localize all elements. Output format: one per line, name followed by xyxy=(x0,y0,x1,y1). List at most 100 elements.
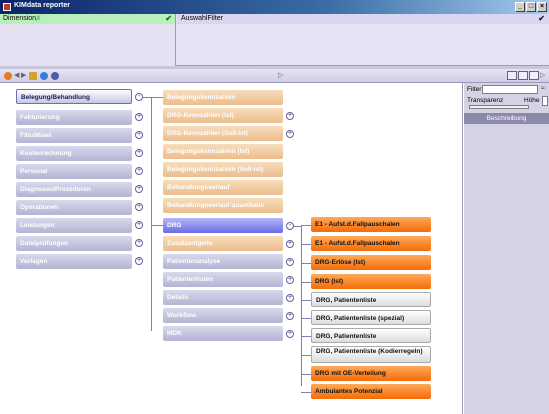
maximize-button[interactable]: □ xyxy=(526,2,536,12)
level2-node[interactable]: Belegungskennzahlen (Soll-Ist) xyxy=(163,162,283,177)
connector-line xyxy=(143,97,151,98)
home-icon[interactable] xyxy=(4,72,12,80)
back-arrow-icon[interactable]: ◀ xyxy=(14,71,19,79)
expand-icon[interactable]: + xyxy=(286,130,294,138)
dimension-check-icon[interactable]: ✔ xyxy=(165,14,172,23)
forward-arrow-icon[interactable]: ▶ xyxy=(21,71,26,79)
expand-icon[interactable]: + xyxy=(135,185,143,193)
level2-node[interactable]: Belegungskennzahlen xyxy=(163,90,283,105)
app-icon xyxy=(3,3,11,11)
expand-icon[interactable]: + xyxy=(286,112,294,120)
connector-line xyxy=(301,244,311,245)
close-button[interactable]: × xyxy=(537,2,547,12)
level2-node[interactable]: Belegungskennzahlen (Ist) xyxy=(163,144,283,159)
dimension-header[interactable]: Dimension ✗ ✔ xyxy=(0,14,176,24)
level1-node[interactable]: Fakturierung xyxy=(16,110,132,125)
level3-node[interactable]: DRG, Patientenliste xyxy=(311,292,431,307)
expand-icon[interactable]: + xyxy=(286,294,294,302)
level1-node[interactable]: Belegung/Behandlung xyxy=(16,89,132,104)
play-icon[interactable]: ▷ xyxy=(540,71,545,79)
collapse-icon[interactable]: - xyxy=(286,222,294,230)
connector-line xyxy=(151,225,163,226)
level2-node[interactable]: Zusatzentgelte xyxy=(163,236,283,251)
level2-node-selected[interactable]: DRG xyxy=(163,218,283,233)
hoehe-label: Höhe xyxy=(524,97,540,104)
collapse-icon[interactable]: - xyxy=(135,93,143,101)
filter-label: Filter xyxy=(467,86,482,93)
globe-icon[interactable] xyxy=(40,72,48,80)
level3-node[interactable]: DRG, Patientenliste (Kodierregeln) xyxy=(311,346,431,363)
level2-node[interactable]: Behandlungsverlauf xyxy=(163,180,283,195)
expand-icon[interactable]: + xyxy=(286,240,294,248)
tree-canvas: Belegung/Behandlung Fakturierung Fibu/Ma… xyxy=(0,83,463,414)
collapse-arrow-icon[interactable]: ▷ xyxy=(278,71,283,79)
auswahl-filter-header[interactable]: AuswahlFilter ✔ xyxy=(177,14,549,24)
filter-bar: Dimension ✗ ✔ AuswahlFilter ✔ xyxy=(0,14,549,66)
level1-node[interactable]: Fibu/Mawi xyxy=(16,128,132,143)
level1-node[interactable]: Dateiprüfungen xyxy=(16,236,132,251)
level3-node[interactable]: DRG, Patientenliste xyxy=(311,328,431,343)
expand-icon[interactable]: + xyxy=(135,221,143,229)
chart-icon[interactable] xyxy=(529,71,539,80)
view-icon[interactable] xyxy=(507,71,517,80)
expand-icon[interactable]: + xyxy=(135,239,143,247)
level3-node[interactable]: E1 - Aufst.d.Fallpauschalen xyxy=(311,236,431,251)
expand-icon[interactable]: + xyxy=(135,257,143,265)
level2-node[interactable]: Behandlungsverlauf quantitativ xyxy=(163,198,283,213)
pin-icon[interactable]: ✗ xyxy=(35,14,42,23)
toolbar: ◀ ▶ ▷ ▷ xyxy=(0,69,549,83)
collapse-panel-icon[interactable]: ≈ xyxy=(541,85,545,92)
dimension-panel[interactable] xyxy=(0,24,176,66)
filter-input[interactable] xyxy=(482,85,538,94)
beschreibung-tab[interactable]: Beschreibung xyxy=(464,113,549,124)
expand-icon[interactable]: + xyxy=(286,312,294,320)
auswahl-check-icon[interactable]: ✔ xyxy=(538,14,545,23)
expand-icon[interactable]: + xyxy=(135,203,143,211)
level3-node[interactable]: DRG, Patientenliste (spezial) xyxy=(311,310,431,325)
connector-line xyxy=(301,282,311,283)
level1-node[interactable]: Diagnosen/Prozeduren xyxy=(16,182,132,197)
level1-node[interactable]: Vorlagen xyxy=(16,254,132,269)
level2-node[interactable]: Workflow xyxy=(163,308,283,323)
level2-node[interactable]: DRG-Kennzahlen (Ist) xyxy=(163,108,283,123)
level2-node[interactable]: Patientenanalyse xyxy=(163,254,283,269)
grid-icon[interactable] xyxy=(518,71,528,80)
level1-node[interactable]: Operationen xyxy=(16,200,132,215)
expand-icon[interactable]: + xyxy=(135,113,143,121)
connector-line xyxy=(301,300,311,301)
connector-line xyxy=(301,355,311,356)
connector-line xyxy=(301,226,302,386)
level3-node[interactable]: DRG (Ist) xyxy=(311,274,431,289)
expand-icon[interactable]: + xyxy=(286,330,294,338)
level2-node[interactable]: MDK xyxy=(163,326,283,341)
minimize-button[interactable]: _ xyxy=(515,2,525,12)
expand-icon[interactable]: + xyxy=(286,258,294,266)
transparenz-slider[interactable] xyxy=(469,105,529,109)
expand-icon[interactable]: + xyxy=(135,149,143,157)
hoehe-slider[interactable] xyxy=(542,96,548,106)
level2-node[interactable]: Details xyxy=(163,290,283,305)
auswahl-filter-label: AuswahlFilter xyxy=(181,15,224,22)
expand-icon[interactable]: + xyxy=(286,276,294,284)
expand-icon[interactable]: + xyxy=(135,167,143,175)
settings-icon[interactable] xyxy=(51,72,59,80)
folder-icon[interactable] xyxy=(29,72,37,80)
transparenz-label: Transparenz xyxy=(467,97,504,104)
level3-node[interactable]: DRG mit OE-Verteilung xyxy=(311,366,431,381)
level3-node[interactable]: E1 - Aufst.d.Fallpauschalen xyxy=(311,217,431,232)
connector-line xyxy=(301,225,311,226)
connector-line xyxy=(301,374,311,375)
level3-node[interactable]: DRG-Erlöse (Ist) xyxy=(311,255,431,270)
level1-node[interactable]: Personal xyxy=(16,164,132,179)
level1-node[interactable]: Leistungen xyxy=(16,218,132,233)
connector-line xyxy=(151,97,163,98)
connector-line xyxy=(301,318,311,319)
level2-node[interactable]: DRG-Kennzahlen (Soll-Ist) xyxy=(163,126,283,141)
connector-line xyxy=(294,226,301,227)
level2-node[interactable]: Patientenlisten xyxy=(163,272,283,287)
dimension-label: Dimension xyxy=(3,15,37,22)
level3-node[interactable]: Ambulantes Potenzial xyxy=(311,384,431,399)
connector-line xyxy=(151,97,152,331)
level1-node[interactable]: Kostenrechnung xyxy=(16,146,132,161)
expand-icon[interactable]: + xyxy=(135,131,143,139)
